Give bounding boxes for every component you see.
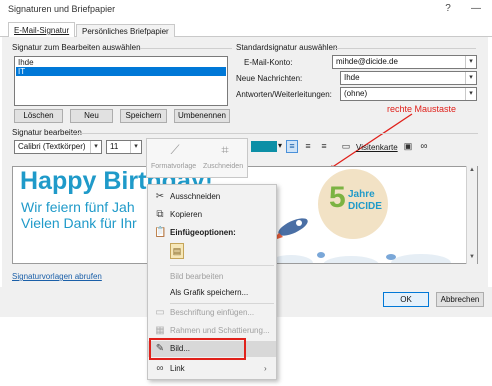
chevron-down-icon[interactable]: ▾ — [130, 141, 141, 153]
font-size-value: 11 — [110, 142, 119, 151]
default-signature-heading: Standardsignatur auswählen — [236, 43, 338, 52]
menu-item-label: Link — [170, 364, 185, 373]
replies-label: Antworten/Weiterleitungen: — [236, 90, 332, 99]
badge-number: 5 — [329, 181, 346, 214]
cloud-decoration — [269, 252, 451, 263]
business-card-icon[interactable]: ▭ — [340, 140, 352, 153]
minimize-button[interactable]: — — [468, 2, 484, 16]
hyperlink-icon[interactable]: ∞ — [418, 140, 430, 153]
account-label: E-Mail-Konto: — [244, 58, 293, 67]
mini-toolbar: ⟋ ⌗ Formatvorlage Zuschneiden — [146, 138, 248, 178]
badge-word: Jahre — [348, 189, 375, 200]
rename-button[interactable]: Umbenennen — [174, 109, 230, 123]
menu-item-copy[interactable]: ⧉ Kopieren — [148, 207, 276, 223]
menu-separator — [170, 265, 274, 266]
ok-button[interactable]: OK — [383, 292, 429, 307]
color-swatch[interactable] — [251, 141, 277, 152]
editor-line-2: Wir feiern fünf Jah — [21, 199, 135, 215]
signature-list[interactable]: Ihde IT — [14, 56, 228, 106]
menu-item-label: Beschriftung einfügen... — [170, 308, 255, 317]
borders-icon: ▦ — [155, 325, 165, 336]
cancel-button[interactable]: Abbrechen — [436, 292, 484, 307]
menu-item-label: Als Grafik speichern... — [170, 288, 249, 297]
caption-icon: ▭ — [155, 307, 165, 318]
window-title: Signaturen und Briefpapier — [8, 4, 116, 14]
paste-keep-icon[interactable]: ▤ — [170, 243, 184, 259]
menu-item-label: Kopieren — [170, 210, 203, 219]
divider — [70, 133, 478, 134]
menu-item-paste-options: 📋 Einfügeoptionen: — [148, 225, 276, 241]
crop-label[interactable]: Zuschneiden — [203, 163, 243, 170]
menu-separator — [170, 303, 274, 304]
font-size-select[interactable]: 11 ▾ — [106, 140, 142, 154]
badge-brand: DICIDE — [348, 201, 382, 212]
align-center-icon[interactable]: ≡ — [302, 140, 314, 153]
tab-email-signature[interactable]: E-Mail-Signatur — [8, 22, 76, 38]
menu-item-label: Ausschneiden — [170, 192, 221, 201]
tab-stationery[interactable]: Persönliches Briefpapier — [76, 24, 175, 37]
insert-picture-icon[interactable]: ▣ — [402, 140, 414, 153]
paste-icon: 📋 — [154, 227, 167, 238]
copy-icon: ⧉ — [156, 209, 164, 220]
replies-select[interactable]: (ohne) ▾ — [340, 87, 477, 101]
help-button[interactable]: ? — [440, 2, 456, 16]
editor-line-3: Vielen Dank für Ihr — [21, 215, 137, 231]
chevron-down-icon[interactable]: ▾ — [465, 88, 476, 100]
menu-item-borders[interactable]: ▦ Rahmen und Schattierung... — [148, 323, 276, 339]
new-messages-label: Neue Nachrichten: — [236, 74, 303, 83]
new-button[interactable]: Neu — [70, 109, 113, 123]
menu-item-save-as-image[interactable]: Als Grafik speichern... — [148, 285, 276, 301]
delete-button[interactable]: Löschen — [14, 109, 63, 123]
scissors-icon: ✂ — [155, 191, 165, 202]
align-left-icon[interactable]: ≡ — [286, 140, 298, 153]
replies-value: (ohne) — [344, 89, 368, 98]
chevron-down-icon[interactable]: ▾ — [465, 56, 476, 68]
scroll-up-icon[interactable]: ▲ — [469, 167, 475, 173]
font-value: Calibri (Textkörper) — [18, 142, 86, 151]
new-messages-select[interactable]: Ihde ▾ — [340, 71, 477, 85]
signature-list-item[interactable]: Ihde — [16, 58, 226, 67]
menu-item-link[interactable]: ∞ Link › — [148, 361, 276, 377]
picture-highlight-box — [149, 338, 246, 360]
signature-list-item-selected[interactable]: IT — [16, 67, 226, 76]
templates-link[interactable]: Signaturvorlagen abrufen — [12, 272, 102, 281]
menu-item-label: Einfügeoptionen: — [170, 228, 236, 237]
business-card-button[interactable]: Visitenkarte — [356, 143, 398, 152]
menu-item-cut[interactable]: ✂ Ausschneiden — [148, 189, 276, 205]
chevron-down-icon[interactable]: ▾ — [465, 72, 476, 84]
chevron-down-icon[interactable]: ▾ — [90, 141, 101, 153]
link-icon: ∞ — [156, 363, 164, 374]
editor-scrollbar[interactable]: ▲ ▼ — [466, 166, 477, 264]
menu-item-label: Bild bearbeiten — [170, 272, 224, 281]
account-value: mihde@dicide.de — [336, 57, 398, 66]
chevron-right-icon: › — [264, 364, 267, 373]
title-bar: Signaturen und Briefpapier ? — — [0, 0, 492, 19]
align-right-icon[interactable]: ≡ — [318, 140, 330, 153]
style-icon[interactable]: ⟋ — [167, 142, 183, 158]
divider — [140, 48, 232, 49]
anniversary-badge: 5 Jahre DICIDE — [318, 169, 388, 239]
save-button[interactable]: Speichern — [120, 109, 167, 123]
scroll-down-icon[interactable]: ▼ — [469, 254, 475, 260]
menu-item-insert-caption[interactable]: ▭ Beschriftung einfügen... — [148, 305, 276, 321]
crop-icon[interactable]: ⌗ — [217, 142, 233, 158]
account-select[interactable]: mihde@dicide.de ▾ — [332, 55, 477, 69]
menu-item-label: Rahmen und Schattierung... — [170, 326, 270, 335]
menu-item-edit-image[interactable]: Bild bearbeiten — [148, 269, 276, 285]
style-label[interactable]: Formatvorlage — [151, 163, 196, 170]
divider — [334, 48, 476, 49]
font-select[interactable]: Calibri (Textkörper) ▾ — [14, 140, 102, 154]
select-signature-heading: Signatur zum Bearbeiten auswählen — [12, 43, 141, 52]
new-messages-value: Ihde — [344, 73, 360, 82]
context-menu: ✂ Ausschneiden ⧉ Kopieren 📋 Einfügeoptio… — [147, 184, 277, 380]
